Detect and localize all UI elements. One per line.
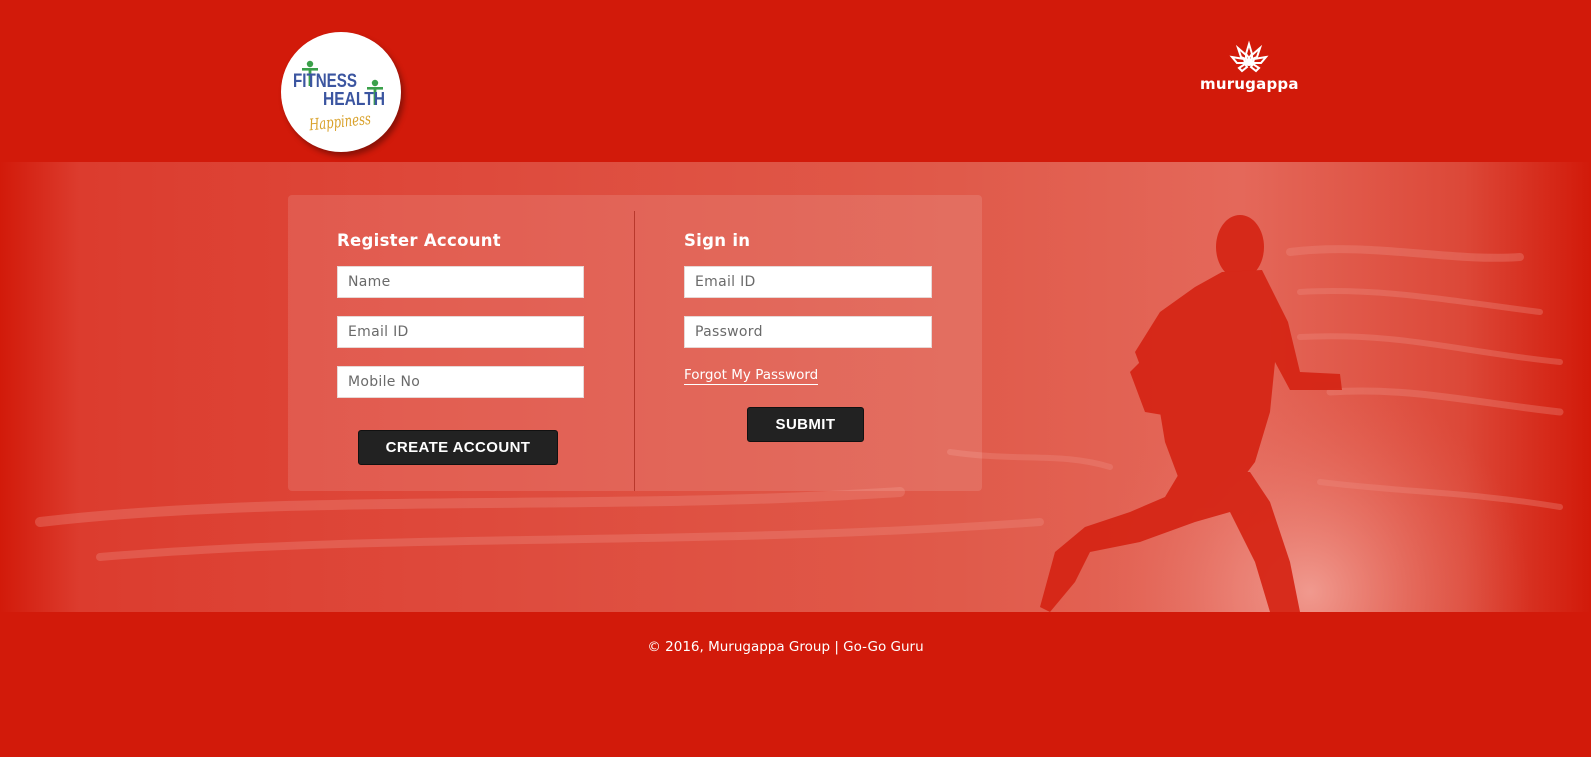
register-name-input[interactable] [337,266,584,298]
app-logo[interactable]: FITNESS HEALTH Happiness [281,32,401,152]
panel-divider [634,211,635,491]
forgot-password-link[interactable]: Forgot My Password [684,367,819,385]
submit-button[interactable]: SUBMIT [747,407,864,442]
signin-title: Sign in [684,231,751,250]
signin-email-input[interactable] [684,266,932,298]
register-email-input[interactable] [337,316,584,348]
footer-copyright: © 2016, Murugappa Group | Go-Go Guru [647,639,924,655]
logo-line3: Happiness [307,109,371,134]
lotus-icon [1229,40,1269,73]
brand-logo[interactable]: murugappa [1200,40,1298,96]
create-account-button[interactable]: CREATE ACCOUNT [358,430,558,465]
logo-line2: HEALTH [323,89,385,109]
register-title: Register Account [337,231,501,250]
signin-password-input[interactable] [684,316,932,348]
register-mobile-input[interactable] [337,366,584,398]
brand-name: murugappa [1200,75,1299,93]
